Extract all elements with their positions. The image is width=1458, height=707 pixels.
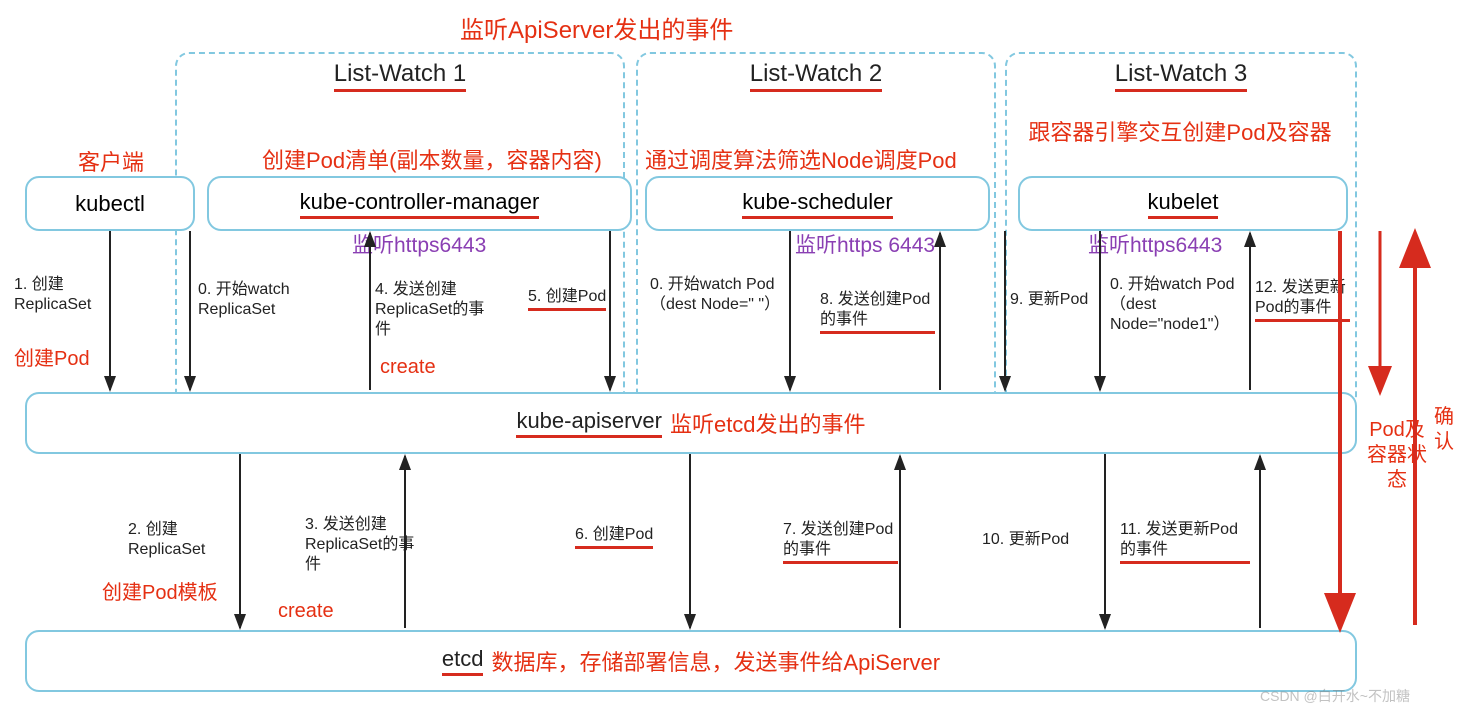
step7-label: 7. 发送创建Pod的事件 [783, 520, 898, 564]
kubectl-box: kubectl [25, 176, 195, 231]
create-pod-note-1: 创建Pod [14, 342, 90, 371]
kubectl-label: kubectl [75, 191, 145, 217]
list-watch-2-title: List-Watch 2 [638, 60, 994, 92]
etcd-box: etcd 数据库，存储部署信息，发送事件给ApiServer [25, 630, 1357, 692]
step6-label: 6. 创建Pod [575, 525, 655, 549]
step12-label: 12. 发送更新Pod的事件 [1255, 278, 1350, 322]
step2-label: 2. 创建ReplicaSet [128, 520, 238, 560]
kubelet-box: kubelet [1018, 176, 1348, 231]
kcm-note: 创建Pod清单(副本数量，容器内容) [262, 147, 602, 176]
kubelet-note: 跟容器引擎交互创建Pod及容器 [1010, 120, 1350, 146]
sched-label: kube-scheduler [742, 189, 892, 219]
apiserver-box: kube-apiserver 监听etcd发出的事件 [25, 392, 1357, 454]
step0-kubelet-label: 0. 开始watch Pod（dest Node="node1"） [1110, 275, 1240, 335]
create-note-1: create [380, 356, 436, 379]
etcd-note: 数据库，存储部署信息，发送事件给ApiServer [491, 645, 940, 677]
apiserver-note: 监听etcd发出的事件 [670, 407, 866, 439]
step10-label: 10. 更新Pod [982, 530, 1102, 550]
kcm-box: kube-controller-manager [207, 176, 632, 231]
client-label: 客户端 [78, 145, 144, 177]
step0-sched-label: 0. 开始watch Pod（dest Node=" "） [650, 275, 780, 315]
step9-label: 9. 更新Pod [1010, 290, 1090, 310]
pod-status-note: Pod及容器状态 [1362, 418, 1432, 493]
top-title: 监听ApiServer发出的事件 [460, 10, 733, 45]
list-watch-1-title: List-Watch 1 [177, 60, 623, 92]
sched-note: 通过调度算法筛选Node调度Pod [645, 147, 957, 176]
kcm-listen: 监听https6443 [352, 229, 486, 259]
step3-label: 3. 发送创建ReplicaSet的事件 [305, 515, 425, 575]
confirm-note: 确认 [1432, 405, 1456, 455]
kcm-label: kube-controller-manager [300, 189, 540, 219]
step0-kcm-label: 0. 开始watch ReplicaSet [198, 280, 308, 320]
watermark: CSDN @白开水~不加糖 [1260, 686, 1410, 706]
step11-label: 11. 发送更新Pod的事件 [1120, 520, 1250, 564]
kubelet-listen: 监听https6443 [1088, 229, 1222, 259]
sched-box: kube-scheduler [645, 176, 990, 231]
step1-label: 1. 创建ReplicaSet [14, 275, 119, 315]
step5-label: 5. 创建Pod [528, 287, 608, 311]
etcd-label: etcd [442, 646, 484, 676]
step4-label: 4. 发送创建ReplicaSet的事件 [375, 280, 495, 340]
step8-label: 8. 发送创建Pod的事件 [820, 290, 935, 334]
create-pod-template-note: 创建Pod模板 [102, 576, 218, 605]
list-watch-3-title: List-Watch 3 [1007, 60, 1355, 92]
sched-listen: 监听https 6443 [795, 229, 935, 259]
kubelet-label: kubelet [1148, 189, 1219, 219]
apiserver-label: kube-apiserver [516, 408, 662, 438]
create-note-2: create [278, 600, 334, 623]
